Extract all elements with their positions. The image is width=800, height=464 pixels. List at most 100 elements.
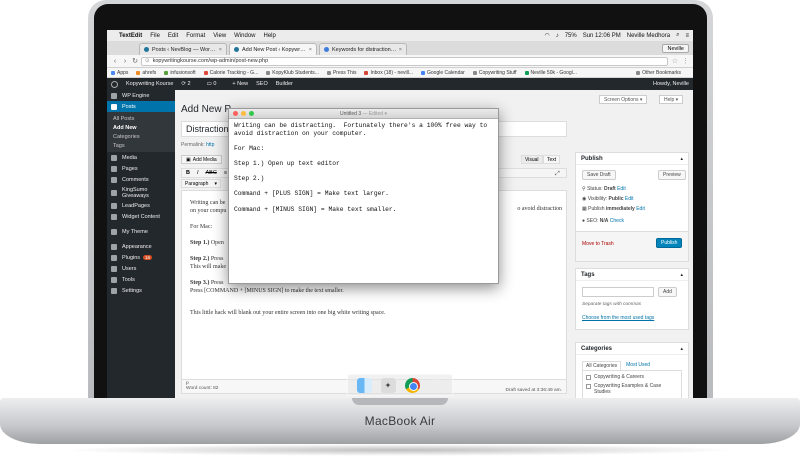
sidebar-item-widget-content[interactable]: Widget Content [107,211,175,222]
italic-button[interactable]: I [197,170,199,176]
help-button[interactable]: Help ▾ [659,95,684,104]
forward-icon[interactable]: › [121,58,129,65]
wp-seo[interactable]: SEO [256,81,268,87]
bookmark-item[interactable]: Copywriting Stuff [472,70,517,76]
sidebar-sub-categories[interactable]: Categories [107,132,175,141]
checkbox[interactable] [586,384,591,389]
bookmark-item[interactable]: KopyKlub Students... [266,70,319,76]
publish-box-header[interactable]: Publish ▴ [576,153,688,165]
menu-format[interactable]: Format [186,33,205,39]
chrome-menu-icon[interactable]: ⋮ [682,57,689,65]
bookmark-item[interactable]: Google Calendar [421,70,465,76]
wp-howdy[interactable]: Howdy, Neville [653,81,689,87]
menu-edit[interactable]: Edit [168,33,178,39]
screen-options-button[interactable]: Screen Options ▾ [599,95,648,104]
page-info-icon[interactable]: ⊙ [145,58,150,64]
volume-icon[interactable]: ♪ [556,33,559,39]
wp-new[interactable]: + New [232,81,248,87]
caret-up-icon[interactable]: ▴ [680,156,683,162]
wp-site-name[interactable]: Kopywriting Kourse [126,81,173,87]
wp-updates[interactable]: ⟳ 2 [181,81,198,87]
wp-comments[interactable]: ▭ 0 [207,81,225,87]
tags-input[interactable] [582,287,654,297]
publish-button[interactable]: Publish [656,238,683,248]
bookmark-item[interactable]: Inbox (18) - nevill... [364,70,413,76]
back-icon[interactable]: ‹ [111,58,119,65]
menu-view[interactable]: View [213,33,226,39]
move-to-trash-link[interactable]: Move to Trash [582,241,614,247]
menu-app-name[interactable]: TextEdit [119,33,142,39]
sidebar-item-comments[interactable]: Comments [107,174,175,185]
checkbox[interactable] [586,375,591,380]
menu-help[interactable]: Help [264,33,276,39]
bookmark-item[interactable]: Calorie Tracking - G... [203,70,258,76]
wp-builder[interactable]: Builder [276,81,293,87]
sidebar-item-appearance[interactable]: Appearance [107,241,175,252]
preview-button[interactable]: Preview [658,170,686,180]
battery-percent[interactable]: 75% [565,33,577,39]
sidebar-item-wp-engine[interactable]: WP Engine [107,90,175,101]
sidebar-item-tools[interactable]: Tools [107,274,175,285]
sidebar-sub-all-posts[interactable]: All Posts [107,114,175,123]
sidebar-sub-tags[interactable]: Tags [107,141,175,150]
list-button[interactable]: ≡ [224,170,227,176]
browser-profile-chip[interactable]: Neville [662,44,689,53]
sidebar-item-posts[interactable]: Posts [107,101,175,112]
address-bar[interactable]: ⊙ kopywritingkourse.com/wp-admin/post-ne… [141,56,668,66]
browser-tab-posts[interactable]: Posts ‹ NevBlog — WordPress × [139,43,227,55]
list-item[interactable]: Copywriting Examples & Case Studies [586,383,678,395]
bookmark-item[interactable]: Press This [326,70,356,76]
search-icon[interactable]: ⌕ [676,32,679,39]
bookmark-star-icon[interactable]: ☆ [672,57,678,65]
launchpad-icon[interactable]: ✦ [380,377,396,393]
visibility-edit-link[interactable]: Edit [625,196,634,202]
bookmark-item[interactable]: infusionsoft [164,70,196,76]
close-icon[interactable]: × [219,47,222,53]
tags-box-header[interactable]: Tags ▴ [576,269,688,281]
reload-icon[interactable]: ↻ [131,57,139,65]
menu-list-icon[interactable]: ≡ [685,33,689,39]
status-edit-link[interactable]: Edit [617,186,626,192]
close-icon[interactable]: × [399,47,402,53]
caret-up-icon[interactable]: ▴ [680,346,683,352]
close-icon[interactable]: × [309,47,312,53]
add-tag-button[interactable]: Add [658,287,677,297]
sidebar-item-kingsumo[interactable]: KingSumo Giveaways [107,185,175,200]
trash-icon[interactable]: 🗑 [429,378,444,393]
tab-visual[interactable]: Visual [521,155,543,164]
menu-file[interactable]: File [150,33,160,39]
finder-icon[interactable] [356,377,372,393]
other-bookmarks[interactable]: Other Bookmarks [636,70,681,76]
sidebar-item-users[interactable]: Users [107,263,175,274]
save-draft-button[interactable]: Save Draft [582,170,616,180]
add-media-button[interactable]: ▣ Add Media [181,155,222,164]
distraction-free-icon[interactable]: ⤢ [555,171,560,178]
categories-box-header[interactable]: Categories ▴ [576,343,688,355]
browser-tab-add-new-post[interactable]: Add New Post ‹ Kopywriting K × [229,43,317,55]
sidebar-item-pages[interactable]: Pages [107,163,175,174]
menu-window[interactable]: Window [234,33,255,39]
tab-all-categories[interactable]: All Categories [582,361,622,370]
sidebar-item-media[interactable]: Media [107,152,175,163]
list-item[interactable]: Copywriting & Careers [586,374,678,380]
sidebar-item-leadpages[interactable]: LeadPages [107,200,175,211]
menubar-user[interactable]: Neville Medhora [627,33,670,39]
doc-edited-state[interactable]: — Edited ▾ [363,111,387,117]
choose-most-used-tags-link[interactable]: Choose from the most used tags [582,315,654,321]
tab-text[interactable]: Text [543,155,561,164]
sidebar-item-my-theme[interactable]: My Theme [107,226,175,237]
caret-up-icon[interactable]: ▴ [680,272,683,278]
textedit-titlebar[interactable]: Untitled 3 — Edited ▾ [229,109,498,119]
wifi-icon[interactable]: ◠ [544,32,549,39]
seo-check-link[interactable]: Check [610,218,624,224]
bookmark-item[interactable]: ahrefs [136,70,156,76]
tab-most-used[interactable]: Most Used [623,361,653,370]
wordpress-logo-icon[interactable] [111,80,118,88]
chrome-icon[interactable] [404,377,420,393]
clock[interactable]: Sun 12:06 PM [583,33,621,39]
publish-time-edit-link[interactable]: Edit [636,206,645,212]
bookmark-item[interactable]: Neville 50k - Googl... [524,70,577,76]
textedit-body[interactable]: Writing can be distracting. Fortunately … [229,119,498,216]
sidebar-item-settings[interactable]: Settings [107,285,175,296]
sidebar-item-plugins[interactable]: Plugins 16 [107,252,175,263]
